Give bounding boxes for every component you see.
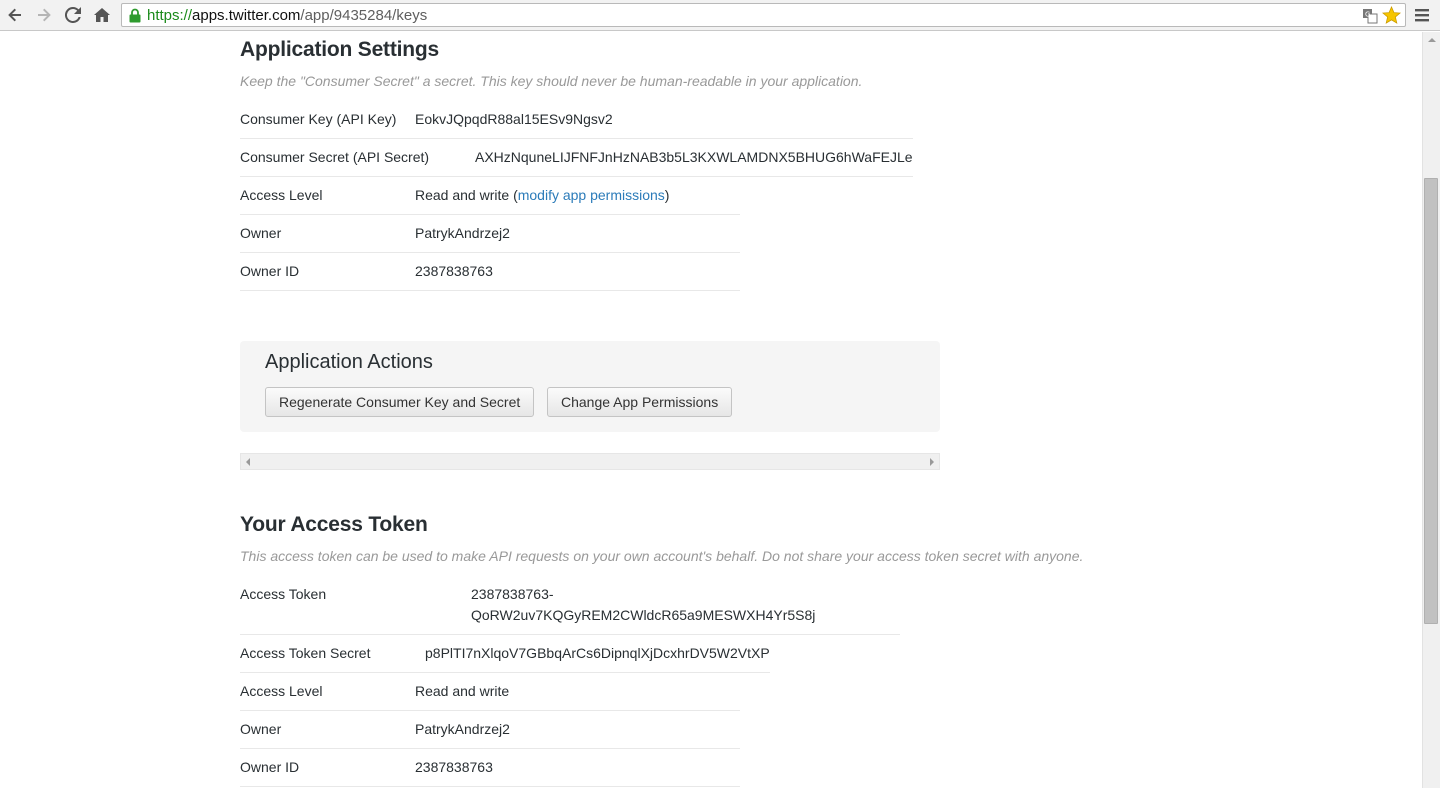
token-owner-id-value: 2387838763 xyxy=(415,759,493,775)
access-level-label: Access Level xyxy=(240,187,323,203)
access-token-label: Access Token xyxy=(240,586,327,602)
token-owner-label: Owner xyxy=(240,721,282,737)
address-bar[interactable]: https://apps.twitter.com/app/9435284/key… xyxy=(121,3,1406,27)
change-app-permissions-button[interactable]: Change App Permissions xyxy=(547,387,733,417)
reload-button[interactable] xyxy=(62,4,84,26)
access-token-title: Your Access Token xyxy=(240,513,428,536)
home-button[interactable] xyxy=(91,4,113,26)
scroll-left-arrow-icon[interactable] xyxy=(246,458,250,466)
access-token-secret-value: p8PlTI7nXlqoV7GBbqArCs6DipnqlXjDcxhrDV5W… xyxy=(425,645,770,661)
translate-icon[interactable]: G xyxy=(1362,8,1378,24)
access-level-row: Access Level Read and write (modify app … xyxy=(240,187,740,215)
modify-app-permissions-link[interactable]: modify app permissions xyxy=(518,187,665,203)
access-token-value-line2: QoRW2uv7KQGyREM2CWldcR65a9MESWXH4Yr5S8j xyxy=(471,607,816,623)
owner-value: PatrykAndrzej2 xyxy=(415,225,510,241)
token-access-level-label: Access Level xyxy=(240,683,323,699)
home-icon xyxy=(94,8,110,22)
consumer-key-row: Consumer Key (API Key) EokvJQpqdR88al15E… xyxy=(240,111,913,139)
vertical-scrollbar[interactable] xyxy=(1422,32,1440,788)
application-settings-description: Keep the "Consumer Secret" a secret. Thi… xyxy=(240,73,863,89)
application-settings-title: Application Settings xyxy=(240,38,440,61)
owner-id-row: Owner ID 2387838763 xyxy=(240,263,740,291)
reload-icon xyxy=(65,7,81,23)
scroll-thumb[interactable] xyxy=(1424,178,1438,624)
access-token-value-line1: 2387838763- xyxy=(471,586,554,602)
url-text: https://apps.twitter.com/app/9435284/key… xyxy=(147,7,427,24)
url-protocol: https:// xyxy=(147,7,193,24)
forward-button[interactable] xyxy=(33,4,55,26)
page-content: Application Settings Keep the "Consumer … xyxy=(0,32,1422,788)
back-button[interactable] xyxy=(4,4,26,26)
browser-menu-icon[interactable] xyxy=(1413,6,1431,24)
scroll-right-arrow-icon[interactable] xyxy=(930,458,934,466)
consumer-secret-value: AXHzNquneLIJFNFJnHzNAB3b5L3KXWLAMDNX5BHU… xyxy=(475,149,913,165)
lock-icon xyxy=(129,8,141,23)
access-token-secret-row: Access Token Secret p8PlTI7nXlqoV7GBbqAr… xyxy=(240,645,770,673)
forward-arrow-icon xyxy=(38,8,51,22)
consumer-key-label: Consumer Key (API Key) xyxy=(240,111,397,127)
owner-label: Owner xyxy=(240,225,282,241)
back-arrow-icon xyxy=(8,8,21,22)
bookmark-star-icon[interactable] xyxy=(1382,6,1401,25)
token-owner-id-label: Owner ID xyxy=(240,759,300,775)
consumer-key-value: EokvJQpqdR88al15ESv9Ngsv2 xyxy=(415,111,613,127)
consumer-secret-label: Consumer Secret (API Secret) xyxy=(240,149,430,165)
token-access-level-value: Read and write xyxy=(415,683,510,699)
owner-row: Owner PatrykAndrzej2 xyxy=(240,225,740,253)
scroll-up-arrow-icon[interactable] xyxy=(1428,38,1436,42)
owner-id-value: 2387838763 xyxy=(415,263,493,279)
svg-text:G: G xyxy=(1365,11,1370,19)
application-actions-panel: Application Actions Regenerate Consumer … xyxy=(240,341,940,432)
token-access-level-row: Access Level Read and write xyxy=(240,683,740,711)
token-owner-id-row: Owner ID 2387838763 xyxy=(240,759,740,787)
url-host: apps.twitter.com xyxy=(192,7,301,24)
url-path: /app/9435284/keys xyxy=(300,7,428,24)
access-level-value-group: Read and write (modify app permissions) xyxy=(415,187,669,203)
regenerate-consumer-key-button[interactable]: Regenerate Consumer Key and Secret xyxy=(265,387,535,417)
horizontal-scrollbar[interactable] xyxy=(240,453,940,470)
token-owner-value: PatrykAndrzej2 xyxy=(415,721,510,737)
access-token-description: This access token can be used to make AP… xyxy=(240,548,1084,564)
application-actions-title: Application Actions xyxy=(265,351,433,373)
owner-id-label: Owner ID xyxy=(240,263,300,279)
browser-toolbar: https://apps.twitter.com/app/9435284/key… xyxy=(0,0,1440,31)
access-level-value: Read and write xyxy=(415,187,510,203)
access-token-row: Access Token 2387838763- QoRW2uv7KQGyREM… xyxy=(240,586,900,635)
token-owner-row: Owner PatrykAndrzej2 xyxy=(240,721,740,749)
access-token-secret-label: Access Token Secret xyxy=(240,645,371,661)
close-paren: ) xyxy=(664,187,670,203)
consumer-secret-row: Consumer Secret (API Secret) AXHzNquneLI… xyxy=(240,149,913,177)
